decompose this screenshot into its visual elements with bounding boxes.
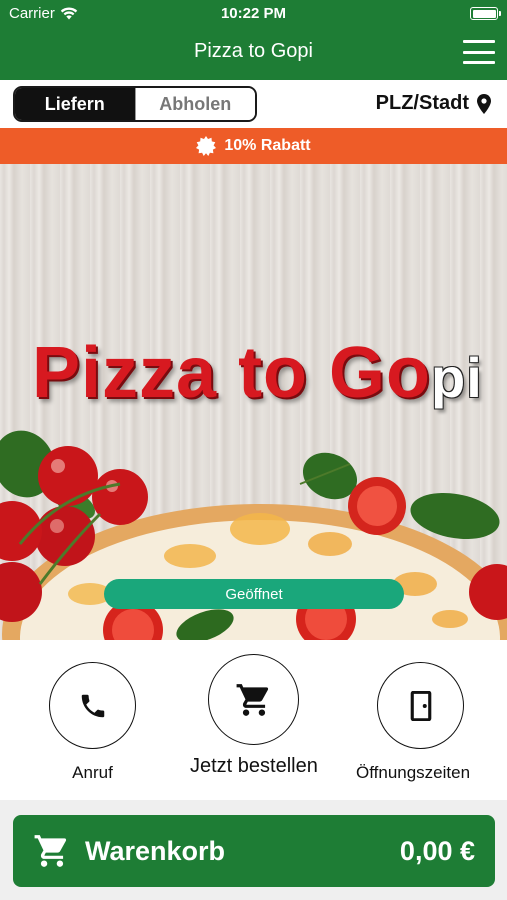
location-pin-icon (477, 93, 491, 114)
cart-label: Warenkorb (85, 835, 226, 866)
delivery-mode-toggle: Liefern Abholen (13, 86, 257, 122)
badge-icon (196, 136, 217, 156)
hours-circle (377, 662, 465, 749)
cart-button[interactable]: Warenkorb 0,00 € (13, 815, 495, 887)
logo-suffix: pi (431, 346, 483, 409)
cart-total: 0,00 € (399, 835, 475, 866)
cart-icon (236, 683, 269, 716)
phone-icon (81, 694, 104, 717)
call-label: Anruf (72, 763, 113, 782)
page-title: Pizza to Gopi (194, 40, 313, 62)
door-icon (410, 690, 431, 721)
tab-abholen[interactable]: Abholen (134, 88, 255, 120)
clock: 10:22 PM (220, 5, 287, 22)
order-now-label: Jetzt bestellen (190, 755, 318, 777)
delivery-mode-bar: Liefern Abholen PLZ/Stadt (0, 80, 507, 128)
tab-liefern[interactable]: Liefern (15, 88, 135, 120)
promo-text: 10% Rabatt (224, 137, 311, 154)
open-status-badge: Geöffnet (104, 579, 404, 609)
call-circle (49, 662, 136, 749)
opening-hours-label: Öffnungszeiten (356, 763, 471, 782)
location-label: PLZ/Stadt (375, 92, 469, 114)
battery-icon (470, 7, 501, 20)
hero-image: Pizza to Gopi Geöffnet (0, 164, 507, 640)
status-bar: Carrier 10:22 PM (0, 0, 507, 28)
quick-actions: Anruf Jetzt bestellen Öffnungszeiten (0, 640, 507, 800)
call-button[interactable]: Anruf (49, 662, 136, 783)
order-circle (208, 654, 300, 745)
top-navigation-bar: Carrier 10:22 PM Pizza to Gopi (0, 0, 507, 80)
logo-text: Pizza to Go (32, 333, 432, 413)
restaurant-logo: Pizza to Gopi (32, 332, 483, 414)
promo-banner[interactable]: 10% Rabatt (0, 128, 507, 164)
location-selector[interactable]: PLZ/Stadt (376, 92, 491, 115)
hamburger-menu-icon[interactable] (461, 38, 497, 66)
order-now-button[interactable]: Jetzt bestellen (190, 654, 318, 778)
opening-hours-button[interactable]: Öffnungszeiten (356, 662, 470, 783)
cart-icon (34, 835, 67, 867)
